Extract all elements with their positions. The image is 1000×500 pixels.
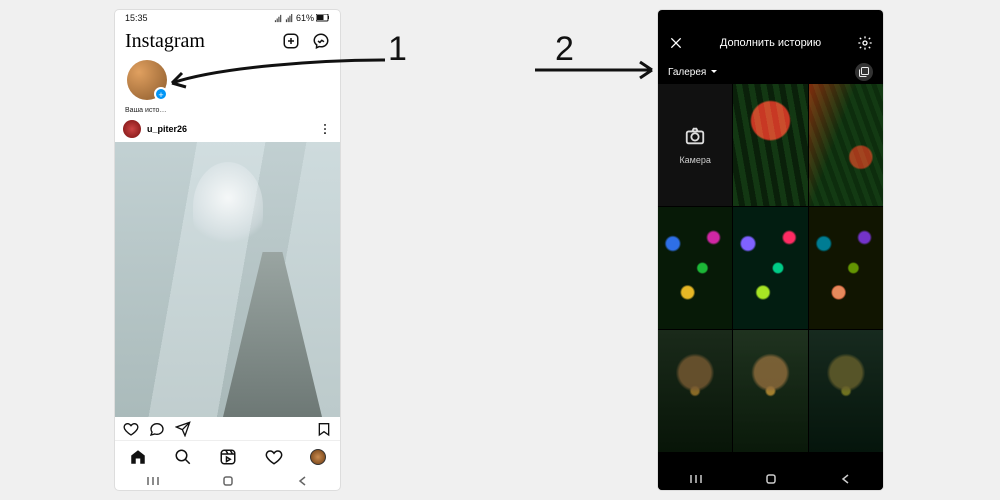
gallery-thumbnail[interactable] xyxy=(733,207,807,329)
your-story-label: Ваша истор... xyxy=(125,107,169,114)
android-nav-bar xyxy=(658,468,883,490)
status-bar xyxy=(658,10,883,26)
settings-icon[interactable] xyxy=(857,35,873,51)
annotation-arrow-1 xyxy=(160,55,390,105)
gallery-source-label: Галерея xyxy=(668,67,706,78)
nav-recents-icon[interactable] xyxy=(689,473,703,485)
like-icon[interactable] xyxy=(123,421,139,437)
gallery-grid: Камера xyxy=(658,84,883,452)
gallery-source-row: Галерея xyxy=(658,60,883,84)
tab-search-icon[interactable] xyxy=(174,448,192,466)
status-time: 15:35 xyxy=(125,13,148,23)
gallery-thumbnail[interactable] xyxy=(809,84,883,206)
share-icon[interactable] xyxy=(175,421,191,437)
gallery-thumbnail[interactable] xyxy=(658,207,732,329)
post-image[interactable] xyxy=(115,142,340,417)
gallery-thumbnail[interactable] xyxy=(733,84,807,206)
post-user-avatar[interactable] xyxy=(123,120,141,138)
android-nav-bar xyxy=(115,472,340,490)
post-actions xyxy=(115,417,340,441)
tab-home-icon[interactable] xyxy=(129,448,147,466)
annotation-label-1: 1 xyxy=(388,30,407,69)
gallery-thumbnail[interactable] xyxy=(809,330,883,452)
app-header: Instagram xyxy=(115,26,340,56)
gallery-thumbnail[interactable] xyxy=(809,207,883,329)
status-battery: 61% xyxy=(296,13,314,23)
gallery-thumbnail[interactable] xyxy=(658,330,732,452)
gallery-thumbnail[interactable] xyxy=(733,330,807,452)
phone-story-picker: Дополнить историю Галерея Камера xyxy=(658,10,883,490)
tab-activity-icon[interactable] xyxy=(265,448,283,466)
post-more-icon[interactable] xyxy=(318,122,332,136)
status-bar: 15:35 61% xyxy=(115,10,340,26)
new-post-icon[interactable] xyxy=(282,32,300,50)
multi-select-icon[interactable] xyxy=(855,63,873,81)
camera-tile[interactable]: Камера xyxy=(658,84,732,206)
nav-back-icon[interactable] xyxy=(839,473,853,485)
tab-reels-icon[interactable] xyxy=(219,448,237,466)
post-header: u_piter26 xyxy=(115,116,340,142)
tab-profile-avatar[interactable] xyxy=(310,449,326,465)
post-user[interactable]: u_piter26 xyxy=(123,120,187,138)
nav-back-icon[interactable] xyxy=(296,475,310,487)
picker-header: Дополнить историю xyxy=(658,26,883,60)
post-username[interactable]: u_piter26 xyxy=(147,124,187,134)
comment-icon[interactable] xyxy=(149,421,165,437)
picker-title: Дополнить историю xyxy=(720,37,821,49)
bottom-tab-bar xyxy=(115,440,340,472)
status-indicators: 61% xyxy=(274,13,330,23)
instagram-logo: Instagram xyxy=(125,30,205,53)
nav-home-icon[interactable] xyxy=(764,473,778,485)
close-icon[interactable] xyxy=(668,35,684,51)
save-icon[interactable] xyxy=(316,421,332,437)
camera-label: Камера xyxy=(679,155,710,165)
nav-recents-icon[interactable] xyxy=(146,475,160,487)
camera-icon xyxy=(684,125,706,147)
annotation-arrow-2 xyxy=(530,55,665,85)
nav-home-icon[interactable] xyxy=(221,475,235,487)
gallery-source-dropdown[interactable]: Галерея xyxy=(668,67,719,78)
messenger-icon[interactable] xyxy=(312,32,330,50)
